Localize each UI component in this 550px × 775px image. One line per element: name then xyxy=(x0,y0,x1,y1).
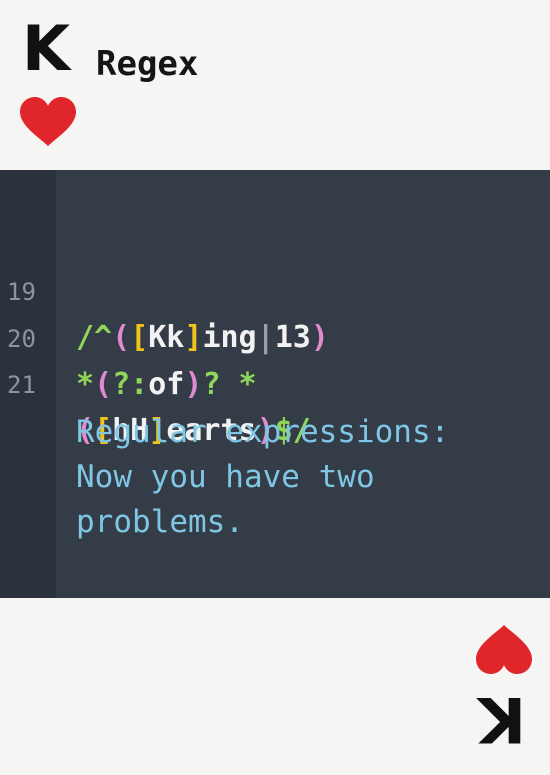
regex-token: of xyxy=(148,367,185,402)
heart-icon xyxy=(476,625,532,674)
line-number: 21 xyxy=(7,371,36,399)
regex-token: ?: xyxy=(112,367,149,402)
regex-token: ) xyxy=(310,320,329,355)
card-rank-bottom: K xyxy=(478,683,527,756)
code-line: 21 ([hH]earts)$/ xyxy=(0,316,311,448)
heart-icon xyxy=(20,97,76,146)
comment-line: problems. xyxy=(76,504,244,540)
regex-token: | xyxy=(256,320,275,355)
regex-token: Kk xyxy=(148,320,185,355)
regex-token: ( xyxy=(112,320,131,355)
regex-token: [ xyxy=(130,320,149,355)
regex-token: ? * xyxy=(202,367,257,402)
code-comment: Regular expressions: Now you have two pr… xyxy=(76,410,536,545)
code-line: 19 /^([Kk]ing|13) xyxy=(0,223,329,355)
comment-line: Regular expressions: xyxy=(76,414,450,450)
regex-token: ] xyxy=(184,320,203,355)
card-title: Regex xyxy=(96,44,199,84)
regex-token: 13 xyxy=(274,320,311,355)
playing-card: K Regex 19 /^([Kk]ing|13) 20 *(?:of)? * … xyxy=(0,0,550,775)
regex-token: ing xyxy=(202,320,257,355)
code-editor-panel: 19 /^([Kk]ing|13) 20 *(?:of)? * 21 ([hH]… xyxy=(0,170,550,598)
comment-line: Now you have two xyxy=(76,459,375,495)
code-text: /^([Kk]ing|13) xyxy=(76,315,329,361)
regex-token: ) xyxy=(184,367,203,402)
code-line: 20 *(?:of)? * xyxy=(0,270,257,402)
card-rank-top: K xyxy=(22,12,71,85)
